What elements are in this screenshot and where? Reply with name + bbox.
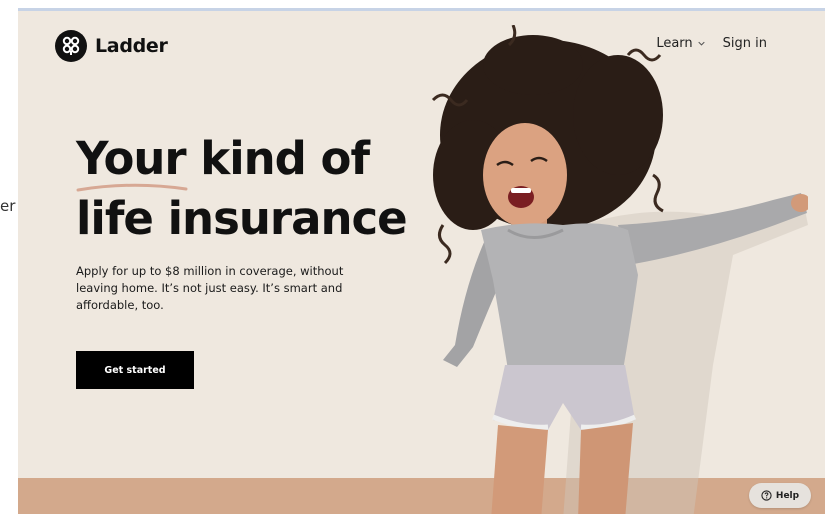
- help-label: Help: [775, 490, 800, 501]
- hero-subtext: Apply for up to $8 million in coverage, …: [76, 264, 344, 312]
- top-nav: Learn Sign in: [656, 36, 767, 51]
- underline-swash-decoration: [76, 183, 188, 192]
- help-button[interactable]: Help: [749, 483, 811, 508]
- headline-line-1: Your kind of: [76, 129, 407, 192]
- sign-in-link[interactable]: Sign in: [723, 36, 767, 51]
- ladder-logo[interactable]: Ladder: [55, 30, 168, 62]
- ladder-homepage: Ladder Learn Sign in Your kind of life i…: [18, 8, 825, 514]
- chevron-down-icon: [698, 41, 705, 46]
- ladder-knot-logo-icon: [55, 30, 87, 62]
- question-circle-icon: [761, 490, 772, 501]
- headline-underlined-word: Your: [76, 129, 188, 192]
- headline-rest-line-1: kind of: [185, 132, 370, 185]
- jumping-woman-photo: [431, 25, 808, 514]
- nav-learn-label: Learn: [656, 36, 693, 51]
- headline-line-2: life insurance: [76, 192, 408, 245]
- headline-word-your: Your: [76, 132, 187, 185]
- background-page-text: er: [0, 197, 16, 215]
- get-started-button[interactable]: Get started: [76, 351, 194, 389]
- hero-headline: Your kind of life insurance: [76, 129, 408, 249]
- brand-name: Ladder: [95, 35, 168, 57]
- nav-learn-dropdown[interactable]: Learn: [656, 36, 705, 51]
